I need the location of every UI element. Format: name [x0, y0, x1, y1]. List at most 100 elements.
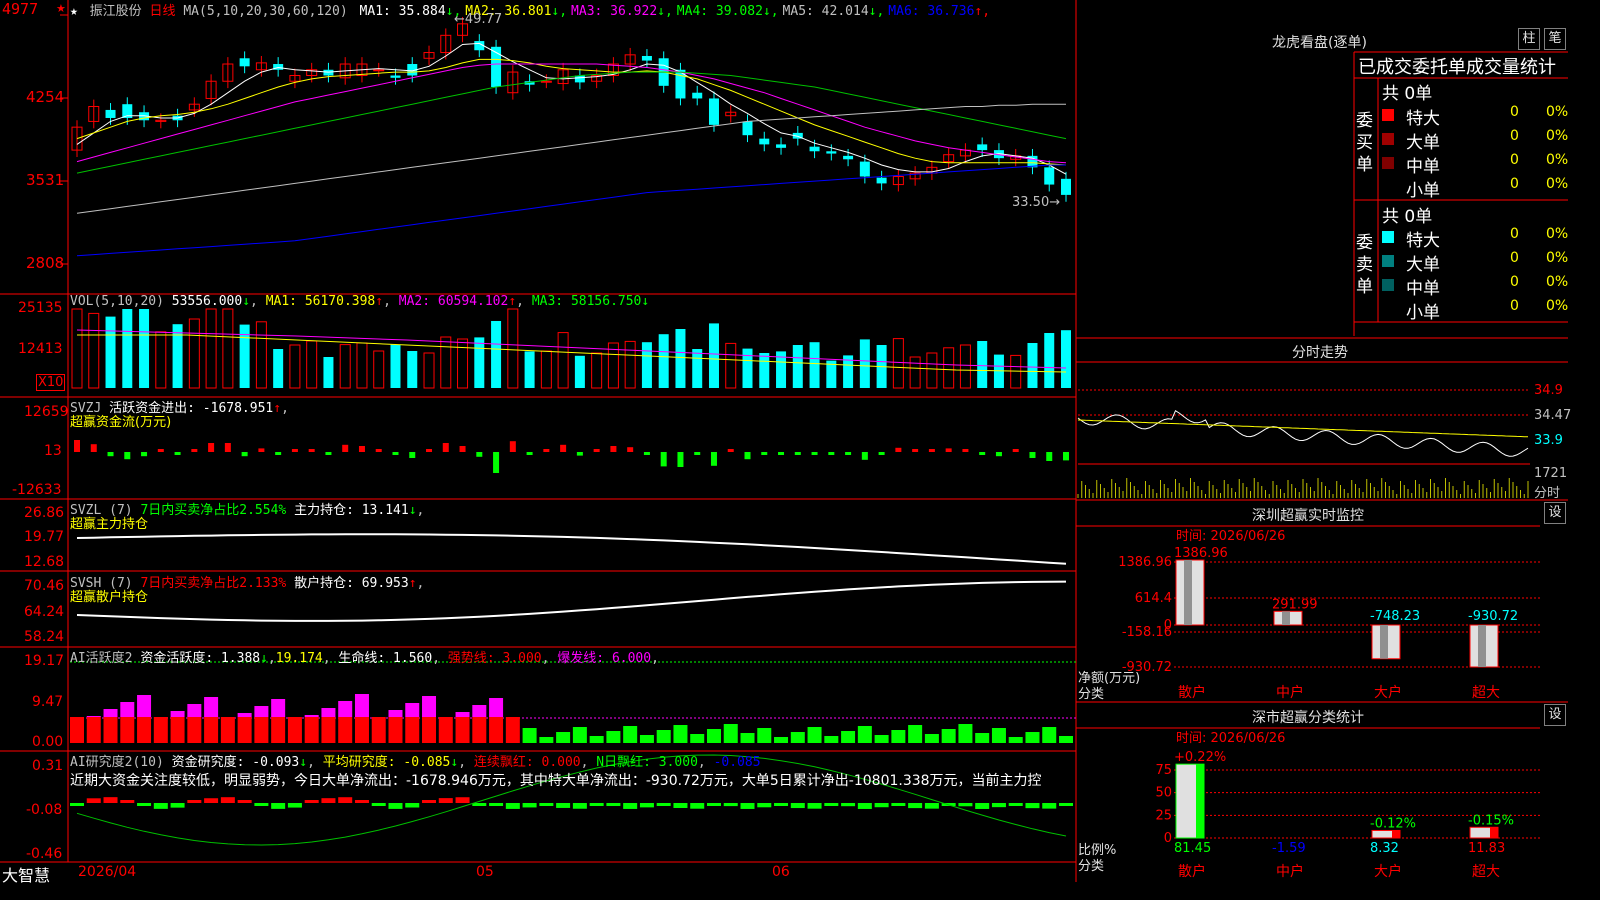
period-label[interactable]: 日线	[150, 4, 176, 19]
act-tick: 0.00	[32, 734, 64, 750]
class-bar-accent	[1490, 827, 1498, 838]
row-pct: 0%	[1546, 250, 1569, 266]
activity-bar-high	[137, 695, 152, 717]
fund-flow-bar	[962, 449, 969, 452]
candle-up	[373, 69, 385, 72]
fund-flow-bar	[861, 452, 868, 460]
activity-bar-low	[690, 734, 705, 743]
activity-bar-high	[86, 716, 101, 717]
activity-bar-low	[673, 725, 688, 743]
buy-orders-label: 委买单	[1356, 111, 1373, 175]
activity-bar-low	[807, 727, 822, 743]
svsh-tick: 58.24	[24, 629, 65, 645]
fund-flow-bar	[476, 452, 483, 457]
fund-flow-bar	[912, 449, 919, 452]
sz-class-settings-button[interactable]: 设	[1544, 704, 1566, 726]
x-tick: 06	[772, 864, 790, 880]
res-tick: -0.08	[26, 802, 63, 818]
vol-unit: X10	[36, 374, 66, 391]
research-bar	[740, 803, 755, 809]
volume-bar	[624, 340, 636, 389]
class-value-label: 11.83	[1468, 841, 1505, 856]
menu-star-icon[interactable]: ★	[56, 2, 66, 15]
title-bar: ★ 振江股份 日线 MA(5,10,20,30,60,120) MA1: 35.…	[70, 0, 990, 19]
activity-bar-base	[237, 717, 252, 743]
sz-monitor-time: 时间: 2026/06/26	[1176, 529, 1286, 544]
research-bar	[120, 800, 135, 803]
volume-bar	[423, 352, 435, 389]
candle-down	[826, 151, 837, 154]
candle-down	[859, 161, 870, 177]
intraday-tick: 34.9	[1534, 383, 1563, 398]
bar-mode-button[interactable]: 柱	[1518, 28, 1540, 50]
activity-bar-base	[388, 717, 403, 743]
research-bar	[338, 797, 353, 803]
ma-arrow-3: ↓,	[657, 4, 673, 19]
volume-bar	[155, 331, 167, 389]
candle-down	[809, 146, 820, 152]
fund-flow-bar	[677, 452, 684, 467]
class-category: 大户	[1374, 863, 1402, 880]
row-swatch	[1382, 279, 1394, 291]
ma-value-3: MA3: 36.922	[571, 4, 658, 19]
volume-bar	[658, 334, 669, 388]
activity-bar-base	[371, 717, 386, 743]
volume-bar	[188, 318, 200, 389]
candle-down	[843, 155, 854, 160]
activity-bar-low	[1059, 736, 1073, 743]
row-name: 中单	[1406, 157, 1440, 177]
research-bar	[891, 803, 906, 806]
volume-bar	[1010, 354, 1022, 389]
candle-down	[641, 55, 652, 61]
tick-mode-button[interactable]: 笔	[1544, 28, 1566, 50]
row-pct: 0%	[1546, 152, 1569, 168]
svzl-subtitle: 超赢主力持仓	[70, 517, 149, 532]
activity-bar-base	[455, 717, 470, 743]
stock-name[interactable]: 振江股份	[90, 4, 142, 19]
research-bar	[455, 797, 470, 803]
fund-flow-bar	[593, 449, 600, 452]
research-bar	[706, 803, 721, 806]
sz-monitor-settings-button[interactable]: 设	[1544, 502, 1566, 524]
research-bar	[656, 803, 671, 806]
activity-bar-low	[790, 732, 805, 743]
monitor-y-tick: 614.4	[1135, 591, 1172, 606]
activity-bar-base	[137, 717, 152, 743]
volume-bar	[809, 342, 820, 388]
research-bar	[572, 803, 587, 809]
volume-bar	[859, 339, 870, 388]
brand-label[interactable]: 大智慧	[2, 862, 50, 886]
fund-flow-bar	[895, 447, 902, 452]
activity-bar-base	[489, 717, 504, 743]
volume-bar	[306, 340, 318, 389]
svzl-tick: 26.86	[24, 505, 65, 521]
candle-down	[574, 75, 585, 83]
volume-bar	[339, 344, 351, 389]
fund-flow-bar	[694, 452, 701, 455]
intraday-title: 分时走势	[1292, 345, 1348, 361]
class-change-label: -0.15%	[1468, 813, 1514, 828]
fund-flow-bar	[375, 449, 382, 452]
fund-flow-bar	[744, 452, 751, 460]
activity-bar-low	[991, 728, 1006, 743]
star-icon[interactable]: ★	[70, 4, 78, 19]
research-bar	[170, 803, 185, 808]
vol-tick: 12413	[18, 341, 63, 357]
high-price-label: ←49.77	[454, 12, 503, 27]
fund-flow-bar	[107, 452, 114, 457]
monitor-bar-shade	[1478, 625, 1486, 667]
research-bar	[958, 803, 973, 807]
row-name: 中单	[1406, 279, 1440, 299]
row-pct: 0%	[1546, 298, 1569, 314]
research-bar	[723, 803, 738, 807]
research-bar	[774, 803, 789, 806]
fund-flow-bar	[526, 452, 533, 455]
activity-bar-base	[321, 717, 336, 743]
volume-bar	[457, 338, 469, 389]
price-tick-top: 4977	[2, 0, 39, 18]
research-bar	[489, 803, 504, 806]
fund-flow-bar	[258, 448, 265, 452]
fund-flow-bar	[878, 452, 885, 455]
row-count: 0	[1510, 298, 1519, 314]
sz-class-title: 深市超赢分类统计	[1252, 710, 1364, 726]
